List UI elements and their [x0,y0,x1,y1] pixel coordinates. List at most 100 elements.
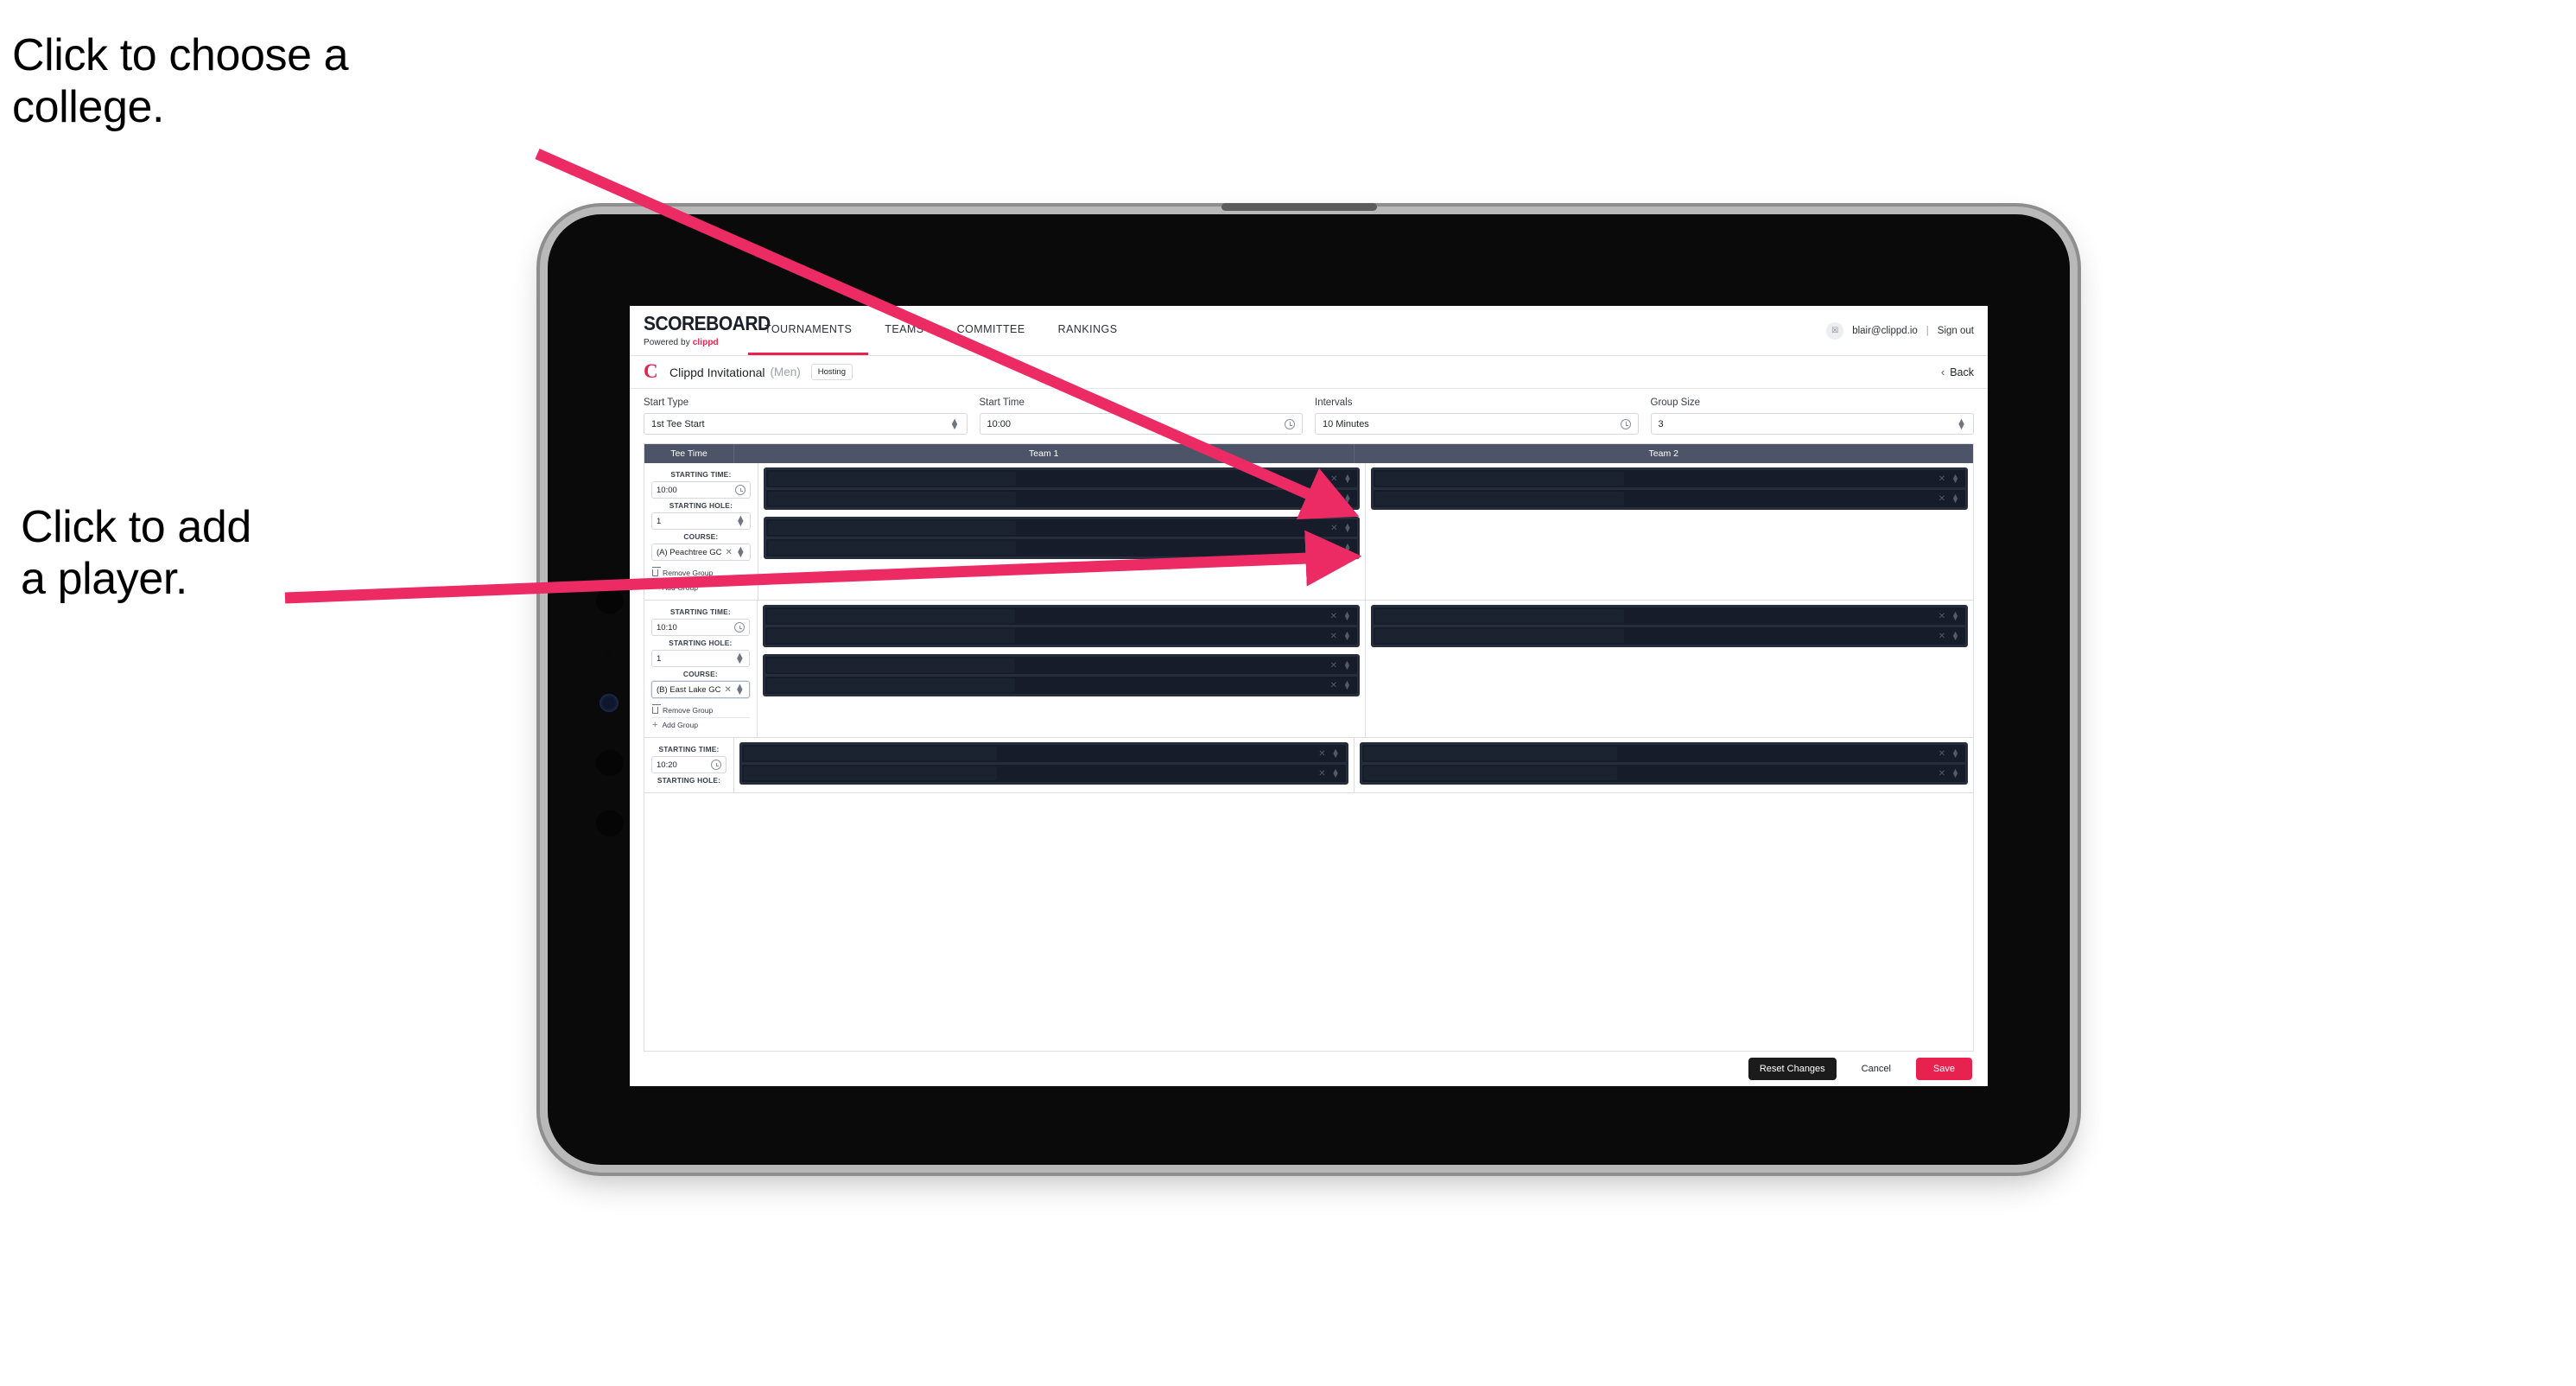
player-slot-row[interactable]: ✕ ▲ ▼ [1373,627,1966,645]
chevron-updown-icon[interactable]: ▲ ▼ [1957,416,1966,431]
clear-player-icon[interactable]: ✕ [1938,494,1945,504]
chevron-updown-icon[interactable]: ▲ ▼ [1343,473,1351,485]
player-slot-row[interactable]: ✕ ▲ ▼ [1361,745,1965,762]
clear-icon[interactable]: ✕ [726,548,733,557]
clear-player-icon[interactable]: ✕ [1330,632,1337,641]
sign-out-link[interactable]: Sign out [1938,326,1974,336]
player-slot-row[interactable]: ✕ ▲ ▼ [765,539,1358,556]
course-select[interactable]: (A) Peachtree GC ✕ ▲ ▼ [651,544,751,561]
clock-icon[interactable] [733,622,745,633]
chevron-updown-icon[interactable]: ▲ ▼ [1343,522,1351,534]
player-slot-row[interactable]: ✕ ▲ ▼ [765,519,1358,537]
clear-player-icon[interactable]: ✕ [1330,661,1337,671]
chevron-updown-icon[interactable]: ▲ ▼ [950,416,960,431]
group-size-stepper[interactable]: 3 ▲ ▼ [1650,413,1974,435]
clock-icon[interactable] [1620,418,1631,429]
column-header-tee-time: Tee Time [644,444,734,463]
player-slot-row[interactable]: ✕ ▲ ▼ [765,490,1358,507]
tab-committee[interactable]: COMMITTEE [941,306,1042,355]
chevron-updown-icon[interactable]: ▲ ▼ [1343,630,1351,642]
player-slot-row[interactable]: ✕ ▲ ▼ [742,745,1346,762]
clear-player-icon[interactable]: ✕ [1938,632,1945,641]
course-select[interactable]: (B) East Lake GC ✕ ▲ ▼ [651,681,750,698]
chevron-updown-icon[interactable]: ▲ ▼ [736,514,746,529]
camera-icon [596,750,624,776]
clear-player-icon[interactable]: ✕ [1318,769,1325,779]
avatar[interactable]: ☒ [1826,321,1844,340]
starting-time-input[interactable]: 10:10 [651,619,750,636]
group-actions: Remove Group + Add Group [651,703,750,732]
add-group-button[interactable]: + Add Group [651,717,750,732]
player-slot-row[interactable]: ✕ ▲ ▼ [765,657,1357,674]
clear-player-icon[interactable]: ✕ [1330,544,1337,553]
clear-player-icon[interactable]: ✕ [1330,494,1337,504]
brand-logo[interactable]: SCOREBOARD Powered by clippd [630,306,771,355]
clear-player-icon[interactable]: ✕ [1330,474,1337,484]
clear-player-icon[interactable]: ✕ [1330,681,1337,690]
chevron-updown-icon[interactable]: ▲ ▼ [1343,542,1351,554]
starting-hole-input[interactable]: 1 ▲ ▼ [651,512,751,530]
clock-icon[interactable] [1285,418,1295,429]
player-row-controls: ✕ ▲ ▼ [1330,522,1351,534]
chevron-updown-icon[interactable]: ▲ ▼ [1951,630,1959,642]
player-slot-row[interactable]: ✕ ▲ ▼ [742,765,1346,782]
app-window: SCOREBOARD Powered by clippd TOURNAMENTS… [630,306,1988,1086]
remove-group-label: Remove Group [663,569,714,577]
player-name-redacted [767,521,1017,535]
screenshot-root: Click to choose a college. Click to add … [0,0,2576,1386]
tee-time-cell: STARTING TIME: 10:20 STARTING HOLE: [644,738,734,792]
team-group-block: ✕ ▲ ▼ ✕ ▲ ▼ [763,467,1361,510]
starting-hole-input[interactable]: 1 ▲ ▼ [651,650,750,667]
clear-player-icon[interactable]: ✕ [1318,749,1325,759]
chevron-updown-icon[interactable]: ▲ ▼ [736,545,746,560]
intervals-input[interactable]: 10 Minutes [1315,413,1639,435]
reset-changes-button[interactable]: Reset Changes [1748,1058,1837,1080]
player-name-redacted [1375,472,1624,486]
clear-player-icon[interactable]: ✕ [1938,474,1945,484]
chevron-updown-icon[interactable]: ▲ ▼ [1343,659,1351,671]
clock-icon[interactable] [734,485,746,495]
player-slot-row[interactable]: ✕ ▲ ▼ [765,677,1357,694]
player-name-redacted [767,492,1017,505]
remove-group-button[interactable]: Remove Group [651,703,750,717]
clear-player-icon[interactable]: ✕ [1330,612,1337,621]
chevron-updown-icon[interactable]: ▲ ▼ [1332,747,1340,760]
start-time-input[interactable]: 10:00 [979,413,1303,435]
cancel-button[interactable]: Cancel [1850,1058,1902,1080]
chevron-updown-icon[interactable]: ▲ ▼ [1332,767,1340,779]
clear-player-icon[interactable]: ✕ [1938,612,1945,621]
tab-rankings[interactable]: RANKINGS [1042,306,1134,355]
start-type-select[interactable]: 1st Tee Start ▲ ▼ [644,413,968,435]
player-slot-row[interactable]: ✕ ▲ ▼ [1374,490,1965,507]
player-slot-row[interactable]: ✕ ▲ ▼ [1373,607,1966,625]
chevron-updown-icon[interactable]: ▲ ▼ [1343,610,1351,622]
chevron-updown-icon[interactable]: ▲ ▼ [1343,679,1351,691]
chevron-updown-icon[interactable]: ▲ ▼ [735,652,745,666]
chevron-updown-icon[interactable]: ▲ ▼ [1951,747,1959,760]
clear-icon[interactable]: ✕ [724,685,731,695]
player-slot-row[interactable]: ✕ ▲ ▼ [765,607,1357,625]
chevron-updown-icon[interactable]: ▲ ▼ [1951,610,1959,622]
tab-teams[interactable]: TEAMS [868,306,940,355]
clear-player-icon[interactable]: ✕ [1938,749,1945,759]
save-button[interactable]: Save [1915,1058,1972,1080]
plus-icon: + [652,720,658,730]
player-slot-row[interactable]: ✕ ▲ ▼ [1361,765,1965,782]
remove-group-button[interactable]: Remove Group [651,566,751,580]
chevron-updown-icon[interactable]: ▲ ▼ [1951,767,1959,779]
player-slot-row[interactable]: ✕ ▲ ▼ [765,627,1357,645]
starting-time-input[interactable]: 10:20 [651,756,726,773]
back-button[interactable]: ‹ Back [1941,366,1974,378]
clear-player-icon[interactable]: ✕ [1330,524,1337,533]
clear-player-icon[interactable]: ✕ [1938,769,1945,779]
player-slot-row[interactable]: ✕ ▲ ▼ [1374,470,1965,487]
team-group-block: ✕ ▲ ▼ ✕ ▲ ▼ [763,517,1361,559]
chevron-updown-icon[interactable]: ▲ ▼ [735,683,745,697]
starting-time-input[interactable]: 10:00 [651,481,751,499]
clock-icon[interactable] [711,760,721,770]
add-group-button[interactable]: + Add Group [651,580,751,594]
player-slot-row[interactable]: ✕ ▲ ▼ [765,470,1358,487]
chevron-updown-icon[interactable]: ▲ ▼ [1951,473,1959,485]
chevron-updown-icon[interactable]: ▲ ▼ [1343,493,1351,505]
chevron-updown-icon[interactable]: ▲ ▼ [1951,493,1959,505]
